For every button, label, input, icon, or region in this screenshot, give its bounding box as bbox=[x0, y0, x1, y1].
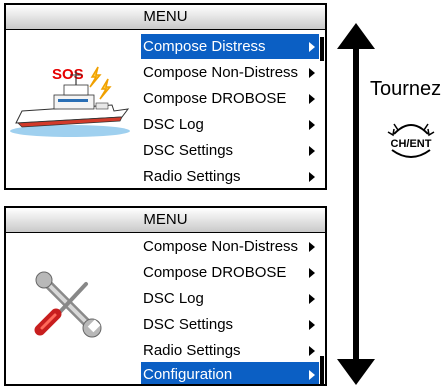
chevron-right-icon bbox=[309, 346, 315, 356]
menu-item-dsc-log[interactable]: DSC Log bbox=[141, 112, 319, 137]
menu-item-radio-settings[interactable]: Radio Settings bbox=[141, 164, 319, 188]
chevron-right-icon bbox=[309, 294, 315, 304]
menu-item-compose-drobose[interactable]: Compose DROBOSE bbox=[141, 260, 319, 285]
chevron-right-icon bbox=[309, 268, 315, 278]
chevron-right-icon bbox=[309, 242, 315, 252]
menu-item-configuration[interactable]: Configuration bbox=[141, 362, 319, 384]
menu-title: MENU bbox=[6, 208, 325, 233]
dial-label: CH/ENT bbox=[391, 138, 432, 150]
tools-illustration bbox=[34, 271, 102, 338]
menu-screen-top: MENU SOS Compose Distress Compose Non-Di… bbox=[4, 3, 327, 190]
scrollbar[interactable] bbox=[320, 37, 324, 61]
menu-item-dsc-log[interactable]: DSC Log bbox=[141, 286, 319, 311]
screwdriver-icon bbox=[34, 282, 88, 336]
chevron-right-icon bbox=[309, 94, 315, 104]
menu-item-dsc-settings[interactable]: DSC Settings bbox=[141, 138, 319, 163]
chevron-right-icon bbox=[309, 120, 315, 130]
menu-item-compose-distress[interactable]: Compose Distress bbox=[141, 34, 319, 59]
chevron-right-icon bbox=[309, 42, 315, 52]
menu-item-compose-non-distress[interactable]: Compose Non-Distress bbox=[141, 60, 319, 85]
menu-title: MENU bbox=[6, 5, 325, 30]
menu-item-radio-settings[interactable]: Radio Settings bbox=[141, 338, 319, 363]
chevron-right-icon bbox=[309, 146, 315, 156]
chevron-right-icon bbox=[309, 370, 315, 380]
ch-ent-dial-icon: CH/ENT bbox=[387, 123, 435, 158]
ship-sos-illustration: SOS bbox=[10, 66, 130, 137]
scrollbar[interactable] bbox=[320, 356, 324, 384]
chevron-right-icon bbox=[309, 320, 315, 330]
menu-item-compose-drobose[interactable]: Compose DROBOSE bbox=[141, 86, 319, 111]
menu-item-compose-non-distress[interactable]: Compose Non-Distress bbox=[141, 234, 319, 259]
menu-screen-bottom: MENU Compose Non-Distress Compose DROBOS… bbox=[4, 206, 327, 386]
instruction-text: Tournez bbox=[370, 78, 442, 100]
lightning-icon bbox=[89, 66, 112, 100]
chevron-right-icon bbox=[309, 68, 315, 78]
menu-item-dsc-settings[interactable]: DSC Settings bbox=[141, 312, 319, 337]
chevron-right-icon bbox=[309, 172, 315, 182]
